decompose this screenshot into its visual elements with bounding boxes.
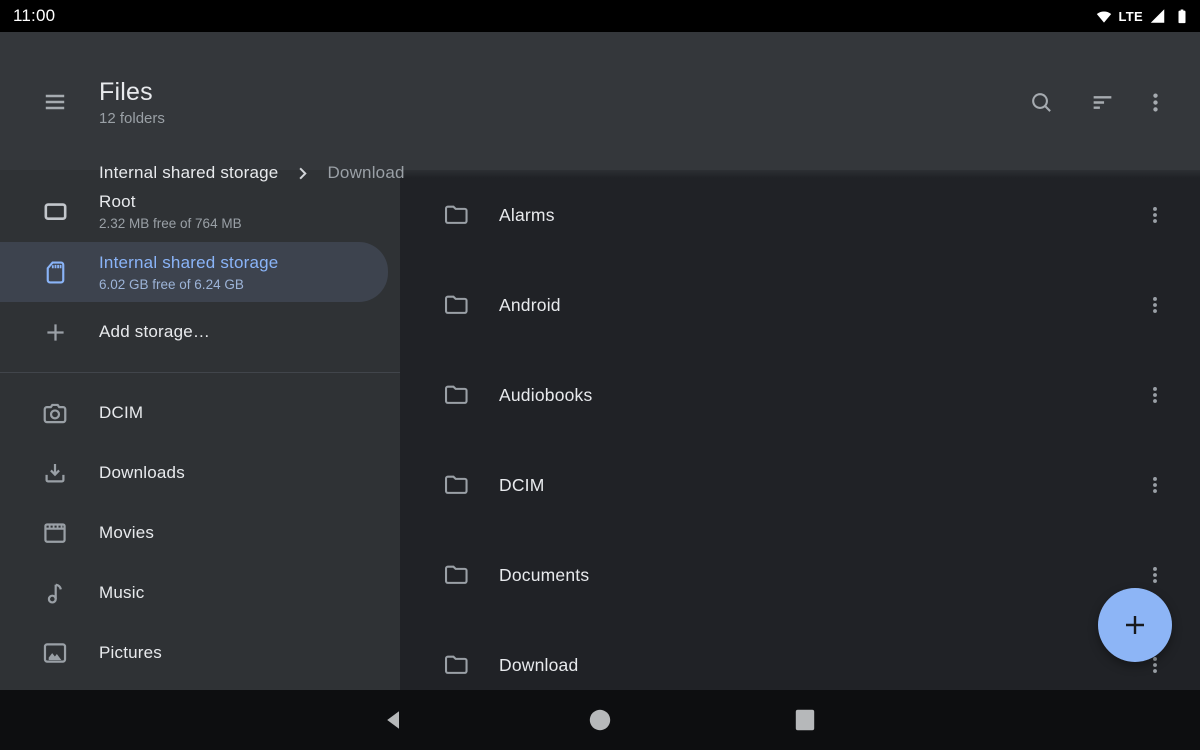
folder-icon <box>443 473 470 497</box>
folder-overflow-icon[interactable] <box>1143 281 1167 329</box>
sidebar-item-label: Pictures <box>99 643 162 663</box>
folder-icon <box>443 203 470 227</box>
folder-name: Android <box>499 295 1143 316</box>
storage-detail: 2.32 MB free of 764 MB <box>99 216 242 231</box>
sidebar-item-pictures[interactable]: Pictures <box>0 623 400 683</box>
folder-count: 12 folders <box>99 110 165 127</box>
folder-row-alarms[interactable]: Alarms <box>400 170 1200 260</box>
status-bar: 11:00 LTE <box>0 0 1200 32</box>
folder-overflow-icon[interactable] <box>1143 371 1167 419</box>
folder-name: DCIM <box>499 475 1143 496</box>
folder-icon <box>443 653 470 677</box>
navigation-drawer: Root 2.32 MB free of 764 MB Internal sha… <box>0 170 400 690</box>
breadcrumb: Internal shared storage Download <box>99 159 405 187</box>
chevron-right-icon <box>293 164 312 183</box>
storage-name: Internal shared storage <box>99 253 278 273</box>
folder-row-dcim[interactable]: DCIM <box>400 440 1200 530</box>
sort-icon[interactable] <box>1078 78 1126 126</box>
folder-icon <box>443 293 470 317</box>
cell-signal-icon <box>1148 7 1167 25</box>
storage-item-internal-shared-storage[interactable]: Internal shared storage 6.02 GB free of … <box>0 242 388 302</box>
sidebar-item-label: Movies <box>99 523 154 543</box>
download-icon <box>31 459 79 487</box>
recents-button[interactable] <box>781 696 829 744</box>
title-block: Files 12 folders <box>99 79 165 127</box>
folder-name: Audiobooks <box>499 385 1143 406</box>
search-icon[interactable] <box>1017 78 1065 126</box>
file-list: Alarms Android Audiobooks DCIM <box>400 170 1200 690</box>
status-icons: LTE <box>1094 5 1193 27</box>
page-title: Files <box>99 79 165 105</box>
image-icon <box>31 639 79 667</box>
folder-row-documents[interactable]: Documents <box>400 530 1200 620</box>
hamburger-menu-icon[interactable] <box>31 78 79 126</box>
plus-icon <box>1119 609 1151 641</box>
folder-name: Download <box>499 655 1143 676</box>
folder-name: Documents <box>499 565 1143 586</box>
folder-icon <box>443 563 470 587</box>
folder-overflow-icon[interactable] <box>1143 461 1167 509</box>
sidebar-item-label: Downloads <box>99 463 185 483</box>
breadcrumb-download[interactable]: Download <box>327 163 404 183</box>
movie-clapper-icon <box>31 519 79 547</box>
music-note-icon <box>31 579 79 607</box>
storage-detail: 6.02 GB free of 6.24 GB <box>99 277 278 292</box>
sidebar-item-label: Music <box>99 583 144 603</box>
root-storage-icon <box>31 198 79 225</box>
storage-name: Root <box>99 192 242 212</box>
folder-row-android[interactable]: Android <box>400 260 1200 350</box>
folder-icon <box>443 383 470 407</box>
folder-row-download[interactable]: Download <box>400 620 1200 690</box>
add-storage-button[interactable]: Add storage… <box>0 302 400 362</box>
back-button[interactable] <box>371 696 419 744</box>
clock: 11:00 <box>13 6 55 26</box>
sidebar-item-downloads[interactable]: Downloads <box>0 443 400 503</box>
home-button[interactable] <box>576 696 624 744</box>
folder-name: Alarms <box>499 205 1143 226</box>
sd-card-icon <box>31 259 79 286</box>
wifi-icon <box>1094 7 1114 25</box>
sidebar-item-music[interactable]: Music <box>0 563 400 623</box>
sidebar-item-movies[interactable]: Movies <box>0 503 400 563</box>
folder-overflow-icon[interactable] <box>1143 191 1167 239</box>
sidebar-item-label: DCIM <box>99 403 143 423</box>
lte-label: LTE <box>1119 9 1144 24</box>
battery-icon <box>1172 5 1192 27</box>
camera-icon <box>31 399 79 427</box>
overflow-menu-icon[interactable] <box>1131 78 1179 126</box>
breadcrumb-internal-shared-storage[interactable]: Internal shared storage <box>99 163 278 183</box>
sidebar-divider <box>0 372 400 373</box>
storage-item-root[interactable]: Root 2.32 MB free of 764 MB <box>0 180 400 242</box>
add-fab-button[interactable] <box>1098 588 1172 662</box>
add-storage-label: Add storage… <box>99 322 210 342</box>
sidebar-item-dcim[interactable]: DCIM <box>0 383 400 443</box>
app-bar: Files 12 folders Internal shared storage… <box>0 32 1200 170</box>
folder-row-audiobooks[interactable]: Audiobooks <box>400 350 1200 440</box>
navigation-bar <box>0 690 1200 750</box>
plus-icon <box>31 319 79 346</box>
